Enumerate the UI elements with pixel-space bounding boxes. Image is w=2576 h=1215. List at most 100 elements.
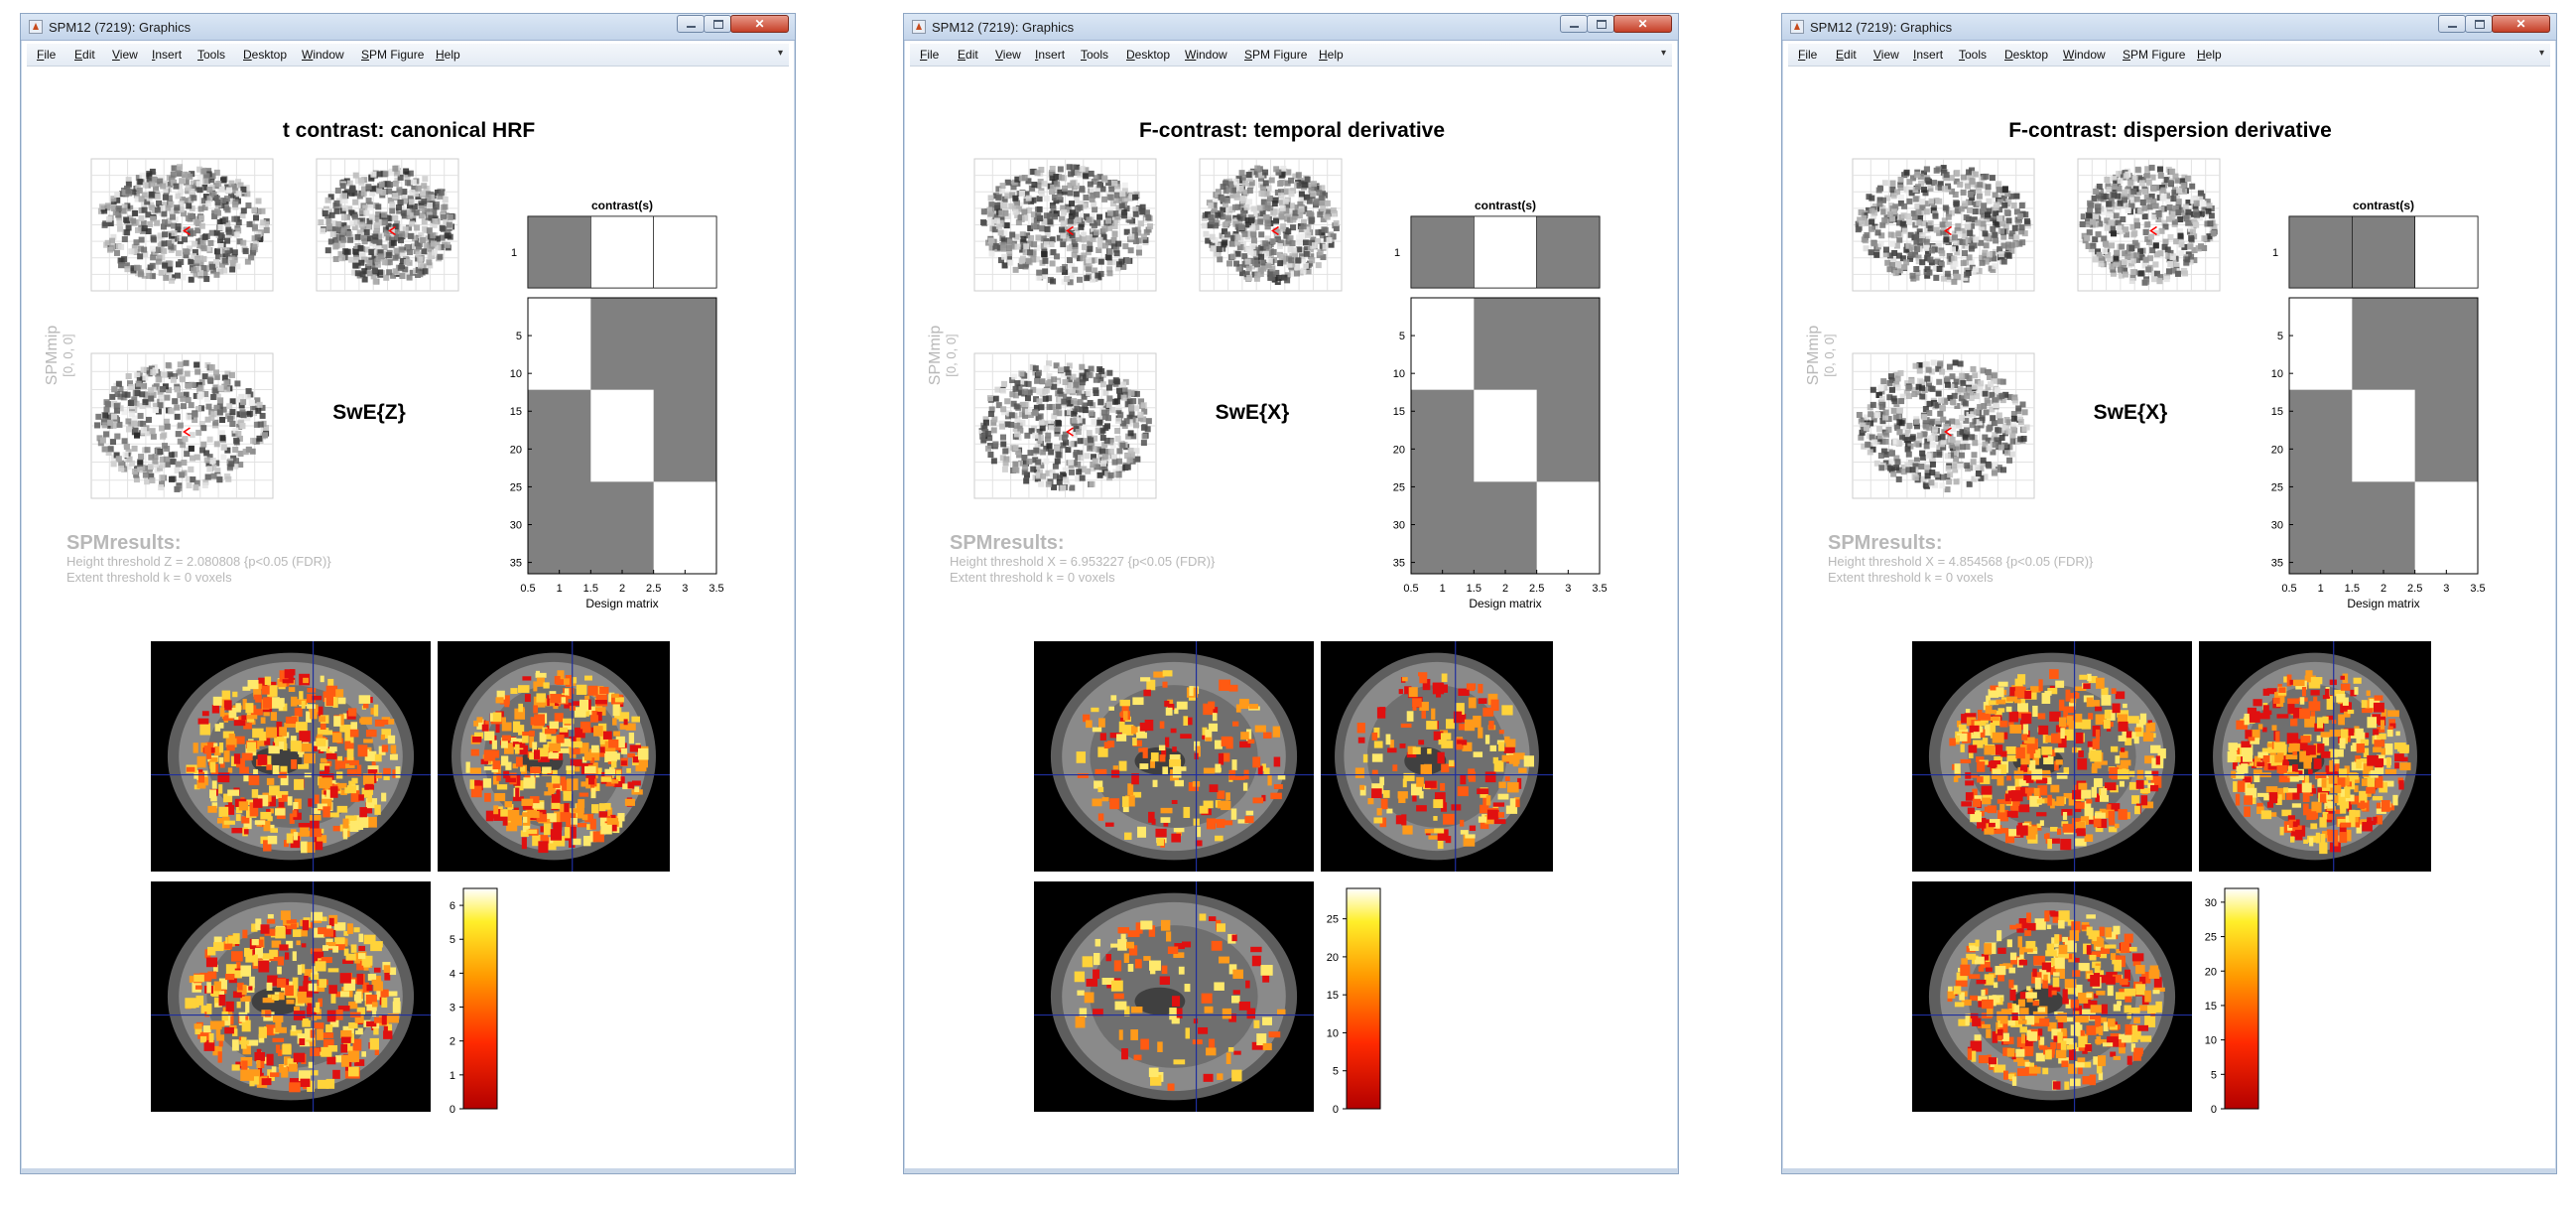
close-icon[interactable] bbox=[1613, 15, 1672, 33]
colorbar-tick: 25 bbox=[1327, 914, 1339, 926]
colorbar-tick: 0 bbox=[2211, 1104, 2217, 1116]
design-y-tick: 30 bbox=[2271, 519, 2283, 531]
overlay-axial bbox=[1912, 881, 2192, 1112]
contrast-weight-cell bbox=[527, 215, 591, 289]
spm-app-icon[interactable] bbox=[1790, 20, 1804, 34]
menu-file[interactable]: File bbox=[1798, 48, 1817, 62]
overlay-sagittal bbox=[1912, 641, 2192, 872]
spm-app-icon[interactable] bbox=[29, 20, 43, 34]
menu-view[interactable]: View bbox=[1873, 48, 1899, 62]
menu-insert[interactable]: Insert bbox=[152, 48, 182, 62]
design-y-tick: 30 bbox=[1393, 519, 1405, 531]
maximize-icon[interactable] bbox=[1587, 15, 1614, 33]
colorbar-tick: 1 bbox=[450, 1070, 455, 1082]
coordinate-readout: [0, 0, 0] bbox=[61, 334, 75, 376]
window-bottom-border bbox=[21, 1168, 795, 1173]
menu-tools[interactable]: Tools bbox=[197, 48, 225, 62]
menu-insert[interactable]: Insert bbox=[1035, 48, 1065, 62]
design-y-tick: 10 bbox=[1393, 368, 1405, 380]
design-matrix-block bbox=[1474, 389, 1537, 482]
menu-view[interactable]: View bbox=[995, 48, 1021, 62]
title-bar[interactable]: SPM12 (7219): Graphics bbox=[21, 14, 795, 41]
menu-file[interactable]: File bbox=[37, 48, 56, 62]
menu-spm-figure[interactable]: SPM Figure bbox=[2123, 48, 2185, 62]
colorbar-tick: 30 bbox=[2205, 897, 2217, 909]
window-title: SPM12 (7219): Graphics bbox=[49, 20, 192, 35]
spm-app-icon[interactable] bbox=[912, 20, 926, 34]
minimize-icon[interactable] bbox=[2438, 15, 2466, 33]
figure-canvas: F-contrast: temporal derivative SwE{X} SPM… bbox=[910, 68, 1672, 1167]
extent-threshold: Extent threshold k = 0 voxels bbox=[1828, 570, 1994, 585]
title-bar[interactable]: SPM12 (7219): Graphics bbox=[1782, 14, 2556, 41]
menu-help[interactable]: Help bbox=[1319, 48, 1344, 62]
menu-spm-figure[interactable]: SPM Figure bbox=[361, 48, 424, 62]
colorbar-tick: 5 bbox=[2211, 1069, 2217, 1081]
menu-file[interactable]: File bbox=[920, 48, 939, 62]
menu-view[interactable]: View bbox=[112, 48, 138, 62]
menu-desktop[interactable]: Desktop bbox=[1126, 48, 1170, 62]
figure-canvas: F-contrast: dispersion derivative SwE{X} S… bbox=[1788, 68, 2550, 1167]
menu-edit[interactable]: Edit bbox=[958, 48, 978, 62]
design-matrix-block bbox=[590, 389, 654, 482]
design-matrix-block bbox=[2352, 389, 2415, 482]
design-x-tick: 1.5 bbox=[583, 583, 598, 595]
menu-bar: File Edit View Insert Tools Desktop Window SPM … bbox=[910, 44, 1672, 67]
design-y-tick: 10 bbox=[510, 368, 522, 380]
menu-help[interactable]: Help bbox=[2197, 48, 2222, 62]
menu-tools[interactable]: Tools bbox=[1959, 48, 1987, 62]
contrast-weight-cell bbox=[1474, 215, 1537, 289]
window-bottom-border bbox=[1782, 1168, 2556, 1173]
menu-window[interactable]: Window bbox=[302, 48, 344, 62]
height-threshold: Height threshold Z = 2.080808 {p<0.05 (F… bbox=[66, 554, 331, 569]
window-bottom-border bbox=[904, 1168, 1678, 1173]
menu-spm-figure[interactable]: SPM Figure bbox=[1244, 48, 1307, 62]
menu-tools[interactable]: Tools bbox=[1081, 48, 1108, 62]
menu-edit[interactable]: Edit bbox=[74, 48, 95, 62]
spm-mip-label: SPMmip [0, 0, 0] bbox=[927, 326, 959, 386]
minimize-icon[interactable] bbox=[677, 15, 705, 33]
contrast-weight-cell bbox=[1410, 215, 1475, 289]
graphics-window-2: SPM12 (7219): Graphics File Edit View Insert… bbox=[903, 13, 1679, 1174]
design-y-tick: 35 bbox=[1393, 558, 1405, 570]
extent-threshold: Extent threshold k = 0 voxels bbox=[950, 570, 1115, 585]
figure-title: F-contrast: temporal derivative bbox=[1139, 119, 1445, 142]
close-icon[interactable] bbox=[2492, 15, 2550, 33]
colorbar bbox=[2224, 887, 2259, 1110]
menu-window[interactable]: Window bbox=[2063, 48, 2106, 62]
results-title: SPMresults: bbox=[950, 532, 1065, 554]
menu-edit[interactable]: Edit bbox=[1836, 48, 1857, 62]
design-matrix-block bbox=[1411, 298, 1475, 390]
design-x-tick: 2 bbox=[2381, 583, 2386, 595]
design-y-tick: 20 bbox=[2271, 444, 2283, 456]
close-icon[interactable] bbox=[730, 15, 789, 33]
figure-title: t contrast: canonical HRF bbox=[283, 119, 536, 142]
overlay-sagittal bbox=[1034, 641, 1314, 872]
menu-desktop[interactable]: Desktop bbox=[2004, 48, 2048, 62]
contrast-weight-cell bbox=[1536, 215, 1601, 289]
menu-overflow-icon[interactable]: ▾ bbox=[1661, 48, 1666, 59]
spm-mip-text: SPMmip bbox=[1805, 326, 1822, 386]
contrast-weight-cell bbox=[653, 215, 717, 289]
menu-help[interactable]: Help bbox=[436, 48, 460, 62]
design-y-tick: 20 bbox=[1393, 444, 1405, 456]
contrast-weight-cell bbox=[590, 215, 654, 289]
design-x-tick: 1.5 bbox=[1467, 583, 1481, 595]
spm-mip-text: SPMmip bbox=[44, 326, 61, 386]
minimize-icon[interactable] bbox=[1560, 15, 1588, 33]
menu-insert[interactable]: Insert bbox=[1913, 48, 1943, 62]
maximize-icon[interactable] bbox=[704, 15, 731, 33]
menu-overflow-icon[interactable]: ▾ bbox=[2539, 48, 2544, 59]
menu-overflow-icon[interactable]: ▾ bbox=[778, 48, 783, 59]
design-x-tick: 3 bbox=[682, 583, 688, 595]
design-y-tick: 20 bbox=[510, 444, 522, 456]
design-y-tick: 5 bbox=[516, 331, 522, 342]
menu-desktop[interactable]: Desktop bbox=[243, 48, 287, 62]
menu-window[interactable]: Window bbox=[1185, 48, 1227, 62]
figure-svg: t contrast: canonical HRF SwE{Z} SPMmip [0,… bbox=[44, 119, 724, 1116]
glass-brain-coronal bbox=[316, 158, 459, 292]
design-x-tick: 3 bbox=[2443, 583, 2449, 595]
title-bar[interactable]: SPM12 (7219): Graphics bbox=[904, 14, 1678, 41]
design-y-tick: 25 bbox=[510, 481, 522, 493]
colorbar-tick: 5 bbox=[450, 934, 455, 946]
maximize-icon[interactable] bbox=[2465, 15, 2493, 33]
